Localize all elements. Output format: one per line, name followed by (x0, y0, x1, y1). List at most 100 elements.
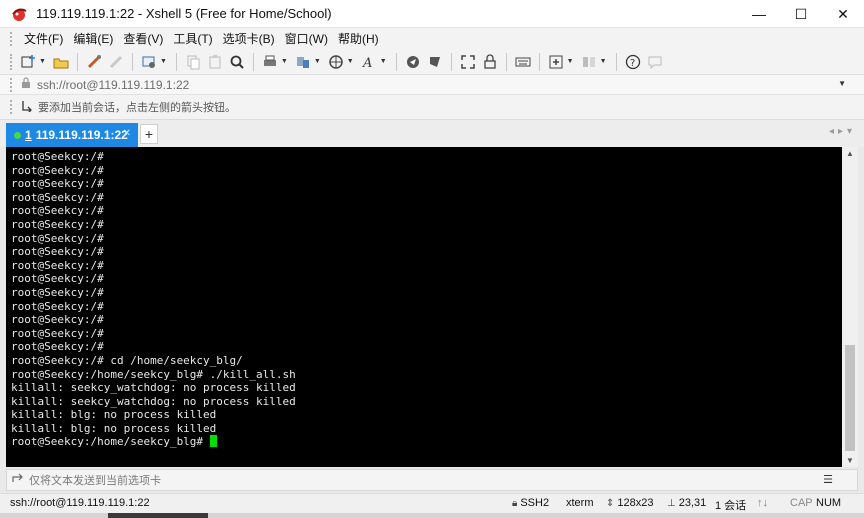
terminal-prompt-line[interactable]: root@Seekcy:/home/seekcy_blg# (11, 435, 842, 449)
toolbar: ▼ ▼ ▼ ▼ ▼ A ▼ ▼ ▼ ? (0, 49, 864, 75)
print-icon[interactable] (260, 52, 280, 72)
ssh-lock-icon: 🔒︎ (512, 497, 518, 509)
send-target-icon[interactable] (12, 473, 24, 488)
transfer-dropdown-icon[interactable]: ▼ (314, 58, 321, 65)
font-icon[interactable]: A (359, 52, 379, 72)
session-hint-bar: 要添加当前会话，点击左侧的箭头按钮。 (0, 95, 864, 120)
terminal-line: root@Seekcy:/# (11, 231, 104, 245)
taskbar-thumbnail[interactable] (108, 513, 208, 518)
address-bar: ssh://root@119.119.119.1:22 ▼ (0, 75, 864, 95)
terminal-line: root@Seekcy:/# (11, 163, 104, 177)
terminal-line: root@Seekcy:/# (11, 177, 104, 191)
menu-bar: 文件(F) 编辑(E) 查看(V) 工具(T) 选项卡(B) 窗口(W) 帮助(… (0, 28, 864, 49)
terminal-line: root@Seekcy:/# (11, 258, 104, 272)
keyboard-icon[interactable] (513, 52, 533, 72)
addressbar-grip[interactable] (10, 77, 13, 92)
window-title: 119.119.119.1:22 - Xshell 5 (Free for Ho… (36, 6, 332, 21)
help-icon[interactable]: ? (623, 52, 643, 72)
toolbar-divider (538, 52, 540, 71)
status-num: NUM (816, 497, 842, 509)
terminal-line: killall: blg: no process killed (11, 421, 217, 435)
menu-tools[interactable]: 工具(T) (168, 30, 217, 47)
toolbar-divider (395, 52, 397, 71)
send-menu-icon[interactable]: ☰ (823, 473, 833, 486)
toolbar-divider (175, 52, 177, 71)
xshell-app-icon[interactable] (10, 5, 28, 23)
status-size-label: 128x23 (617, 497, 654, 509)
address-input[interactable]: ssh://root@119.119.119.1:22 (37, 78, 189, 92)
tab-close-icon[interactable]: ✕ (123, 128, 131, 139)
add-tab-button[interactable]: + (140, 124, 158, 144)
scrollbar-thumb[interactable] (845, 345, 855, 451)
properties-icon[interactable] (139, 52, 159, 72)
terminal-line: root@Seekcy:/# (11, 313, 104, 327)
status-position-label: 23,31 (678, 497, 707, 509)
send-target-text: 仅将文本发送到当前选项卡 (29, 475, 161, 487)
terminal-line: root@Seekcy:/# (11, 299, 104, 313)
lock-icon[interactable] (480, 52, 500, 72)
paste-icon[interactable] (205, 52, 225, 72)
compose-icon[interactable] (546, 52, 566, 72)
terminal-line: root@Seekcy:/# (11, 285, 104, 299)
menu-help[interactable]: 帮助(H) (333, 30, 384, 47)
properties-dropdown-icon[interactable]: ▼ (160, 58, 167, 65)
tab-label: 119.119.119.1:22 (35, 128, 128, 142)
terminal-line: killall: seekcy_watchdog: no process kil… (11, 381, 296, 395)
close-button[interactable]: ✕ (822, 0, 864, 28)
terminal-output[interactable]: root@Seekcy:/# root@Seekcy:/# root@Seekc… (6, 147, 842, 467)
toolbar-divider (615, 52, 617, 71)
terminal-line: root@Seekcy:/home/seekcy_blg# ./kill_all… (11, 367, 296, 381)
reconnect-icon[interactable] (84, 52, 104, 72)
terminal-line: killall: seekcy_watchdog: no process kil… (11, 394, 296, 408)
toolbar-grip[interactable] (10, 53, 13, 70)
new-session-icon[interactable] (18, 52, 38, 72)
compose-send-bar[interactable]: 仅将文本发送到当前选项卡 ☰ (6, 469, 858, 491)
status-position: ⊥ 23,31 (667, 497, 706, 509)
xmanager-icon[interactable] (425, 52, 445, 72)
find-icon[interactable] (227, 52, 247, 72)
font-dropdown-icon[interactable]: ▼ (380, 58, 387, 65)
layout-icon[interactable] (579, 52, 599, 72)
status-caps: CAP (790, 497, 813, 509)
svg-text:?: ? (630, 58, 635, 69)
status-size: ⇕ 128x23 (606, 497, 653, 509)
terminal-scrollbar[interactable]: ▲ ▼ (842, 147, 858, 467)
title-bar: 119.119.119.1:22 - Xshell 5 (Free for Ho… (0, 0, 864, 28)
maximize-button[interactable]: ☐ (780, 0, 822, 28)
scroll-down-icon[interactable]: ▼ (846, 456, 854, 465)
chat-icon[interactable] (645, 52, 665, 72)
hintbar-grip[interactable] (10, 100, 13, 114)
add-session-arrow-icon[interactable] (21, 100, 33, 115)
minimize-button[interactable]: — (738, 0, 780, 28)
web-icon[interactable] (326, 52, 346, 72)
lock-icon (21, 77, 31, 92)
status-bar: ssh://root@119.119.119.1:22 🔒︎ SSH2 xterm… (0, 493, 864, 513)
menu-window[interactable]: 窗口(W) (280, 30, 333, 47)
open-icon[interactable] (51, 52, 71, 72)
status-connection: ssh://root@119.119.119.1:22 (10, 497, 150, 509)
transfer-arrows-icon: ↑ ↓ (757, 497, 768, 509)
address-dropdown-icon[interactable]: ▼ (838, 79, 846, 88)
menubar-grip[interactable] (10, 31, 13, 46)
menu-view[interactable]: 查看(V) (118, 30, 168, 47)
disconnect-icon[interactable] (106, 52, 126, 72)
scroll-up-icon[interactable]: ▲ (846, 149, 854, 158)
menu-tabs[interactable]: 选项卡(B) (218, 30, 280, 47)
copy-icon[interactable] (183, 52, 203, 72)
xftp-icon[interactable] (403, 52, 423, 72)
print-dropdown-icon[interactable]: ▼ (281, 58, 288, 65)
compose-dropdown-icon[interactable]: ▼ (567, 58, 574, 65)
fullscreen-icon[interactable] (458, 52, 478, 72)
new-session-dropdown-icon[interactable]: ▼ (39, 58, 46, 65)
tab-session-1[interactable]: 1 119.119.119.1:22 ✕ (6, 123, 138, 147)
web-dropdown-icon[interactable]: ▼ (347, 58, 354, 65)
terminal-line: root@Seekcy:/# (11, 190, 104, 204)
tab-scroll-arrows-icon[interactable]: ◂▸▾ (829, 126, 856, 137)
transfer-icon[interactable] (293, 52, 313, 72)
status-protocol: 🔒︎ SSH2 (512, 497, 549, 509)
menu-edit[interactable]: 编辑(E) (68, 30, 118, 47)
terminal-line: root@Seekcy:/# (11, 150, 104, 163)
svg-text:A: A (362, 56, 372, 70)
layout-dropdown-icon[interactable]: ▼ (600, 58, 607, 65)
menu-file[interactable]: 文件(F) (19, 30, 68, 47)
